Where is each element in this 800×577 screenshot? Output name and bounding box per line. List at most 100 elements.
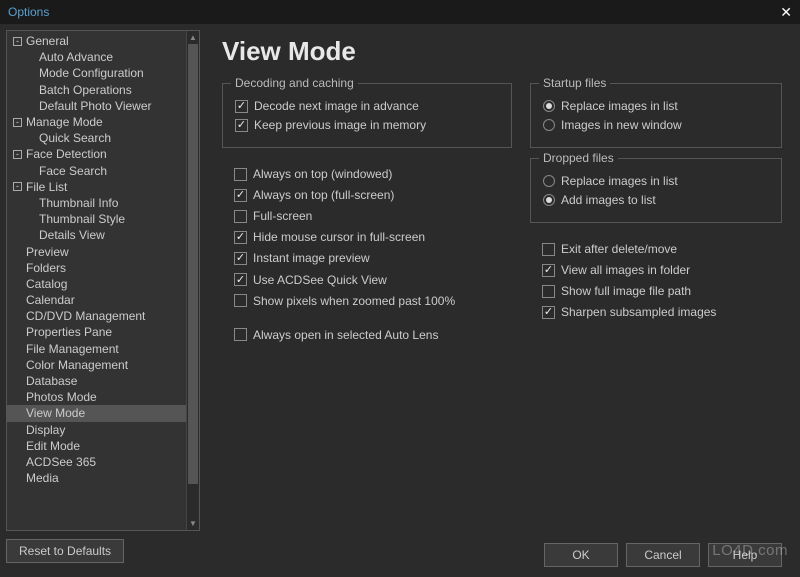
checkbox-option[interactable]: View all images in folder — [542, 263, 782, 277]
tree-item-label: Thumbnail Info — [39, 196, 118, 210]
checkbox-option[interactable]: Exit after delete/move — [542, 242, 782, 256]
tree-item-label: Mode Configuration — [39, 66, 144, 80]
checkbox-option[interactable]: Instant image preview — [234, 251, 512, 265]
tree-item-label: Database — [26, 374, 77, 388]
group-startup-legend: Startup files — [539, 76, 610, 90]
checkbox-option[interactable]: Show full image file path — [542, 284, 782, 298]
tree-item-label: Face Detection — [26, 147, 107, 161]
tree-item[interactable]: -Manage Mode — [7, 114, 186, 130]
checkbox-option[interactable]: Always on top (full-screen) — [234, 188, 512, 202]
checkbox-icon — [234, 294, 247, 307]
radio-icon — [543, 119, 555, 131]
option-label: Exit after delete/move — [561, 242, 677, 256]
options-tree: -GeneralAuto AdvanceMode Configuration Ba… — [6, 30, 200, 531]
checkbox-icon — [235, 119, 248, 132]
group-decoding-legend: Decoding and caching — [231, 76, 358, 90]
tree-item-label: File Management — [26, 342, 119, 356]
checkbox-option[interactable]: Decode next image in advance — [235, 99, 501, 113]
tree-item[interactable]: CD/DVD Management — [7, 308, 186, 324]
tree-toggle-icon[interactable]: - — [13, 37, 22, 46]
option-label: Full-screen — [253, 209, 312, 223]
checkbox-option[interactable]: Hide mouse cursor in full-screen — [234, 230, 512, 244]
radio-option[interactable]: Images in new window — [543, 118, 771, 132]
tree-item-label: Color Management — [26, 358, 128, 372]
radio-icon — [543, 100, 555, 112]
tree-item[interactable]: Auto Advance — [7, 49, 186, 65]
checkbox-option[interactable]: Sharpen subsampled images — [542, 305, 782, 319]
scroll-thumb[interactable] — [188, 44, 198, 484]
tree-scrollbar[interactable]: ▲ ▼ — [186, 31, 199, 530]
tree-toggle-icon[interactable]: - — [13, 182, 22, 191]
content-panel: View Mode Decoding and caching Decode ne… — [200, 24, 800, 577]
tree-item-label: Edit Mode — [26, 439, 80, 453]
checkbox-icon — [542, 264, 555, 277]
checkbox-icon — [234, 168, 247, 181]
option-label: Use ACDSee Quick View — [253, 273, 387, 287]
tree-item-label: Thumbnail Style — [39, 212, 125, 226]
tree-item[interactable]: Catalog — [7, 276, 186, 292]
checkbox-option[interactable]: Always open in selected Auto Lens — [234, 328, 512, 342]
option-label: Hide mouse cursor in full-screen — [253, 230, 425, 244]
scroll-up-icon[interactable]: ▲ — [187, 31, 199, 44]
tree-item-label: Preview — [26, 245, 69, 259]
tree-toggle-icon[interactable]: - — [13, 118, 22, 127]
tree-item[interactable]: Batch Operations — [7, 82, 186, 98]
tree-item[interactable]: Preview — [7, 243, 186, 259]
tree-item[interactable]: File Management — [7, 341, 186, 357]
tree-item[interactable]: -File List — [7, 179, 186, 195]
tree-item[interactable]: Face Search — [7, 163, 186, 179]
tree-item-label: Details View — [39, 228, 105, 242]
tree-item-label: ACDSee 365 — [26, 455, 96, 469]
group-decoding: Decoding and caching Decode next image i… — [222, 83, 512, 148]
tree-item[interactable]: Folders — [7, 260, 186, 276]
help-button[interactable]: Help — [708, 543, 782, 567]
radio-option[interactable]: Replace images in list — [543, 99, 771, 113]
checkbox-option[interactable]: Full-screen — [234, 209, 512, 223]
scroll-down-icon[interactable]: ▼ — [187, 517, 199, 530]
tree-item[interactable]: Quick Search — [7, 130, 186, 146]
window-title: Options — [8, 5, 49, 19]
tree-item[interactable]: Properties Pane — [7, 324, 186, 340]
tree-item[interactable]: Details View — [7, 227, 186, 243]
checkbox-option[interactable]: Keep previous image in memory — [235, 118, 501, 132]
tree-item[interactable]: Edit Mode — [7, 438, 186, 454]
radio-icon — [543, 175, 555, 187]
tree-item[interactable]: Media — [7, 470, 186, 486]
ok-button[interactable]: OK — [544, 543, 618, 567]
tree-item[interactable]: Default Photo Viewer — [7, 98, 186, 114]
tree-item-label: Batch Operations — [39, 83, 132, 97]
checkbox-option[interactable]: Always on top (windowed) — [234, 167, 512, 181]
radio-option[interactable]: Add images to list — [543, 193, 771, 207]
tree-item-label: CD/DVD Management — [26, 309, 145, 323]
tree-toggle-icon[interactable]: - — [13, 150, 22, 159]
radio-option[interactable]: Replace images in list — [543, 174, 771, 188]
close-icon[interactable]: ✕ — [780, 4, 792, 21]
tree-item[interactable]: -General — [7, 33, 186, 49]
tree-item[interactable]: -Face Detection — [7, 146, 186, 162]
tree-item[interactable]: Photos Mode — [7, 389, 186, 405]
tree-item[interactable]: ACDSee 365 — [7, 454, 186, 470]
checkbox-icon — [234, 273, 247, 286]
tree-item[interactable]: Thumbnail Info — [7, 195, 186, 211]
dialog-footer: OK Cancel Help — [222, 533, 782, 567]
reset-to-defaults-button[interactable]: Reset to Defaults — [6, 539, 124, 563]
titlebar: Options ✕ — [0, 0, 800, 24]
tree-item[interactable]: Thumbnail Style — [7, 211, 186, 227]
tree-item-label: Quick Search — [39, 131, 111, 145]
tree-item[interactable]: View Mode — [7, 405, 186, 421]
option-label: Show full image file path — [561, 284, 691, 298]
page-title: View Mode — [222, 36, 782, 67]
tree-item[interactable]: Database — [7, 373, 186, 389]
checkbox-icon — [234, 328, 247, 341]
option-label: Keep previous image in memory — [254, 118, 426, 132]
tree-item[interactable]: Mode Configuration — [7, 65, 186, 81]
checkbox-icon — [234, 189, 247, 202]
cancel-button[interactable]: Cancel — [626, 543, 700, 567]
tree-item[interactable]: Color Management — [7, 357, 186, 373]
group-startup: Startup files Replace images in listImag… — [530, 83, 782, 148]
tree-item[interactable]: Calendar — [7, 292, 186, 308]
option-label: View all images in folder — [561, 263, 690, 277]
tree-item[interactable]: Display — [7, 422, 186, 438]
checkbox-option[interactable]: Use ACDSee Quick View — [234, 273, 512, 287]
checkbox-option[interactable]: Show pixels when zoomed past 100% — [234, 294, 512, 308]
